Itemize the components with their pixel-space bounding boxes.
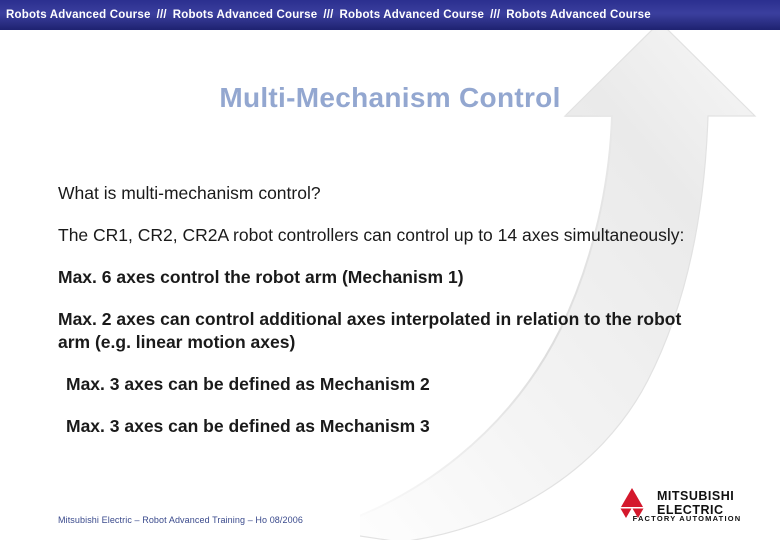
logo-wordmark: MITSUBISHI ELECTRIC [657,490,734,516]
banner-separator-2: /// [323,9,334,21]
banner-item-4: Robots Advanced Course [506,9,651,21]
logo-line-1: MITSUBISHI [657,489,735,503]
logo-tagline: FACTORY AUTOMATION [632,514,742,523]
banner-item-1: Robots Advanced Course [6,9,151,21]
body-paragraph-2: The CR1, CR2, CR2A robot controllers can… [58,225,685,245]
body-paragraph-5: Max. 3 axes can be defined as Mechanism … [66,374,430,394]
slide: Robots Advanced Course /// Robots Advanc… [0,0,780,540]
slide-body: What is multi-mechanism control? The CR1… [58,182,708,457]
banner-item-2: Robots Advanced Course [172,9,318,21]
body-paragraph-3: Max. 6 axes control the robot arm (Mecha… [58,267,464,287]
mitsubishi-logo: MITSUBISHI ELECTRIC FACTORY AUTOMATION [612,482,762,524]
body-paragraph-4: Max. 2 axes can control additional axes … [58,309,682,352]
body-paragraph-6: Max. 3 axes can be defined as Mechanism … [66,416,430,436]
banner-separator-1: /// [156,9,167,21]
body-paragraph-1: What is multi-mechanism control? [58,183,321,203]
slide-footer: Mitsubishi Electric – Robot Advanced Tra… [58,515,303,525]
slide-title: Multi-Mechanism Control [219,82,561,113]
banner-item-3: Robots Advanced Course [339,9,485,21]
banner-separator-3: /// [490,9,501,21]
header-banner: Robots Advanced Course /// Robots Advanc… [0,0,780,30]
